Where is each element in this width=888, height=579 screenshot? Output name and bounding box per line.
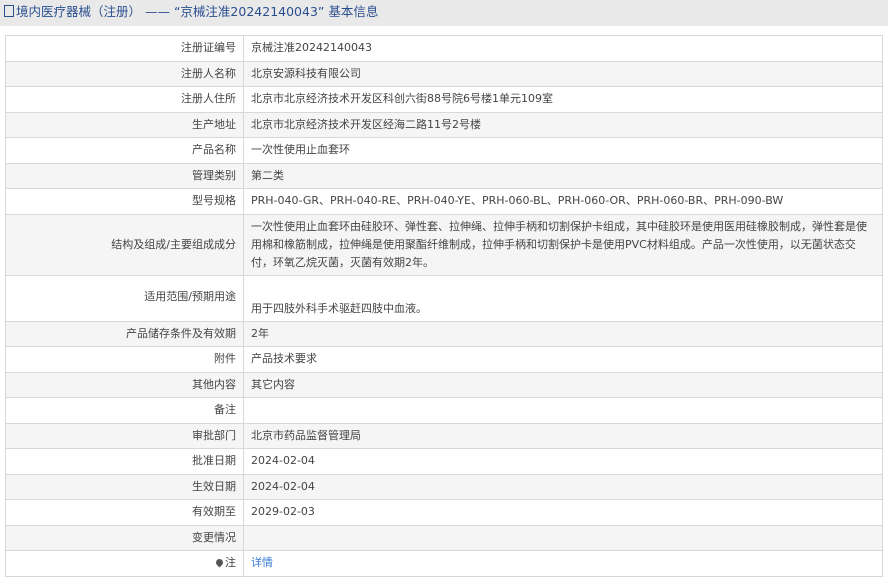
- table-row: 附件 产品技术要求: [5, 346, 883, 373]
- row-label: 生效日期: [5, 473, 244, 500]
- row-label: 审批部门: [5, 422, 244, 449]
- row-label: 有效期至: [5, 499, 244, 526]
- row-label: 变更情况: [5, 524, 244, 551]
- table-row: 批准日期 2024-02-04: [5, 448, 883, 475]
- row-value: 京械注准20242140043: [243, 35, 883, 62]
- table-row: 生产地址 北京市北京经济技术开发区经海二路11号2号楼: [5, 111, 883, 138]
- pin-icon: [214, 557, 225, 568]
- table-row: 产品储存条件及有效期 2年: [5, 320, 883, 347]
- row-value: 产品技术要求: [243, 346, 883, 373]
- row-value: 其它内容: [243, 371, 883, 398]
- table-row: 生效日期 2024-02-04: [5, 473, 883, 500]
- row-label: 产品储存条件及有效期: [5, 320, 244, 347]
- table-row: 注册证编号 京械注准20242140043: [5, 35, 883, 62]
- row-label: 型号规格: [5, 188, 244, 215]
- row-label: 生产地址: [5, 111, 244, 138]
- row-value: 一次性使用止血套环由硅胶环、弹性套、拉伸绳、拉伸手柄和切割保护卡组成，其中硅胶环…: [243, 213, 883, 276]
- row-value: 北京安源科技有限公司: [243, 60, 883, 87]
- table-row: 变更情况: [5, 524, 883, 551]
- row-label: 注册人名称: [5, 60, 244, 87]
- row-value: [243, 524, 883, 551]
- page-header: 境内医疗器械（注册） —— “京械注准20242140043” 基本信息: [0, 0, 888, 26]
- table-row: 其他内容 其它内容: [5, 371, 883, 398]
- table-row: 有效期至 2029-02-03: [5, 499, 883, 526]
- table-row: 型号规格 PRH-040-GR、PRH-040-RE、PRH-040-YE、PRH…: [5, 188, 883, 215]
- row-label: 批准日期: [5, 448, 244, 475]
- row-value: 第二类: [243, 162, 883, 189]
- table-row: 管理类别 第二类: [5, 162, 883, 189]
- row-label: 产品名称: [5, 137, 244, 164]
- row-value: 用于四肢外科手术驱赶四肢中血液。: [243, 274, 883, 322]
- row-value: 北京市药品监督管理局: [243, 422, 883, 449]
- row-value: 北京市北京经济技术开发区科创六街88号院6号楼1单元109室: [243, 86, 883, 113]
- note-label: 注: [5, 550, 244, 577]
- row-value: [243, 397, 883, 424]
- document-icon: [4, 5, 14, 17]
- row-label: 附件: [5, 346, 244, 373]
- page-title: 境内医疗器械（注册） —— “京械注准20242140043” 基本信息: [16, 4, 379, 19]
- row-value: 2024-02-04: [243, 448, 883, 475]
- row-value: 北京市北京经济技术开发区经海二路11号2号楼: [243, 111, 883, 138]
- row-label: 注册人住所: [5, 86, 244, 113]
- row-label: 适用范围/预期用途: [5, 274, 244, 322]
- table-row: 产品名称 一次性使用止血套环: [5, 137, 883, 164]
- table-row: 审批部门 北京市药品监督管理局: [5, 422, 883, 449]
- table-row: 备注: [5, 397, 883, 424]
- info-table: 注册证编号 京械注准20242140043 注册人名称 北京安源科技有限公司 注册人住所…: [5, 35, 883, 577]
- note-text: 注: [225, 556, 236, 570]
- row-label: 结构及组成/主要组成成分: [5, 213, 244, 276]
- table-row: 注册人名称 北京安源科技有限公司: [5, 60, 883, 87]
- note-row: 注 详情: [5, 550, 883, 577]
- details-link[interactable]: 详情: [251, 556, 273, 569]
- table-row: 结构及组成/主要组成成分 一次性使用止血套环由硅胶环、弹性套、拉伸绳、拉伸手柄和切…: [5, 213, 883, 276]
- row-label: 注册证编号: [5, 35, 244, 62]
- row-label: 其他内容: [5, 371, 244, 398]
- table-row: 注册人住所 北京市北京经济技术开发区科创六街88号院6号楼1单元109室: [5, 86, 883, 113]
- row-value: 2年: [243, 320, 883, 347]
- row-label: 备注: [5, 397, 244, 424]
- row-value: 2024-02-04: [243, 473, 883, 500]
- row-value: 2029-02-03: [243, 499, 883, 526]
- table-row: 适用范围/预期用途 用于四肢外科手术驱赶四肢中血液。: [5, 274, 883, 322]
- row-value: PRH-040-GR、PRH-040-RE、PRH-040-YE、PRH-060…: [243, 188, 883, 215]
- row-label: 管理类别: [5, 162, 244, 189]
- row-value: 一次性使用止血套环: [243, 137, 883, 164]
